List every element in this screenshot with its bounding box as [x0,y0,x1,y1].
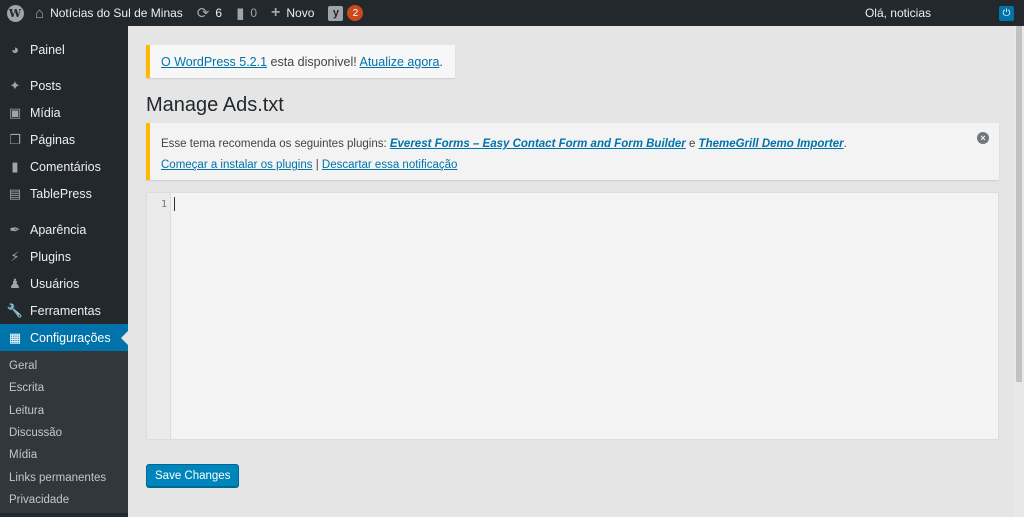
sidebar-item-label: Usuários [30,276,80,291]
pages-icon: ❐ [9,131,21,147]
sidebar-item-label: Comentários [30,159,101,174]
comments-icon: ▮ [11,158,19,174]
save-changes-button[interactable]: Save Changes [146,464,240,487]
my-account-link[interactable]: Olá, noticias [865,6,999,20]
notice-conjunction: e [685,138,699,150]
page-scrollbar[interactable] [1014,26,1024,517]
comment-icon: ▮ [236,5,245,22]
users-icon: ♟ [9,275,21,291]
sidebar-item-label: Painel [30,42,65,57]
sidebar-item-configuracoes[interactable]: ▦ Configurações [0,324,128,351]
sidebar-item-label: Aparência [30,222,87,237]
settings-icon: ▦ [8,329,22,345]
plus-icon: + [271,4,281,21]
plugin-recommendation-notice: Esse tema recomenda os seguintes plugins… [146,123,999,180]
sidebar-item-midia[interactable]: ▣ Mídia [0,99,128,126]
submenu-item-escrita[interactable]: Escrita [0,377,128,399]
new-content-link[interactable]: + Novo [264,0,321,26]
yoast-seo-menu[interactable]: y 2 [321,0,370,26]
dismiss-icon[interactable]: × [977,132,989,144]
install-plugins-link[interactable]: Começar a instalar os plugins [161,159,313,171]
scrollbar-thumb[interactable] [1016,26,1022,382]
wordpress-icon: W [6,4,24,22]
media-icon: ▣ [8,104,22,120]
wordpress-logo-button[interactable]: W [2,0,28,26]
sidebar-item-label: Plugins [30,249,71,264]
ads-txt-editor[interactable]: 1 [146,192,999,440]
code-area[interactable] [171,193,998,439]
sidebar-item-tablepress[interactable]: ▤ TablePress [0,180,128,207]
pin-icon: ✦ [9,77,21,93]
page-title: Manage Ads.txt [146,94,284,116]
yoast-icon: y [328,5,344,21]
sidebar-item-label: Configurações [30,330,111,345]
admin-bar: W ⌂ Notícias do Sul de Minas ⟳ 6 ▮ 0 + N… [0,0,1024,26]
sidebar-item-aparencia[interactable]: ✒ Aparência [0,216,128,243]
line-number: 1 [160,199,167,210]
sidebar-item-painel[interactable]: ◕ Painel [0,36,128,63]
sidebar-item-label: Mídia [30,105,61,120]
sidebar-item-plugins[interactable]: ⚡ Plugins [0,243,128,270]
updates-count: 6 [215,6,223,20]
table-icon: ▤ [8,185,22,201]
settings-submenu: Geral Escrita Leitura Discussão Mídia Li… [0,351,128,514]
dismiss-notice-link[interactable]: Descartar essa notificação [322,159,458,171]
submenu-item-midia[interactable]: Mídia [0,444,128,466]
sidebar-item-comentarios[interactable]: ▮ Comentários [0,153,128,180]
notice-text: Esse tema recomenda os seguintes plugins… [161,138,390,150]
notice-separator: | [312,159,322,171]
site-name: Notícias do Sul de Minas [50,6,183,20]
themegrill-demo-importer-link[interactable]: ThemeGrill Demo Importer [699,138,844,150]
updates-icon: ⟳ [196,5,210,22]
line-number-gutter: 1 [147,193,171,439]
site-name-link[interactable]: ⌂ Notícias do Sul de Minas [28,0,190,26]
comments-link[interactable]: ▮ 0 [229,0,264,26]
submenu-item-geral[interactable]: Geral [0,355,128,377]
everest-forms-link[interactable]: Everest Forms – Easy Contact Form and Fo… [390,138,686,150]
sidebar-item-label: Páginas [30,132,76,147]
sidebar-item-label: TablePress [30,186,92,201]
dashboard-icon: ◕ [11,42,19,57]
brush-icon: ✒ [9,221,21,237]
text-cursor [174,197,175,211]
update-now-link[interactable]: Atualize agora [359,55,439,69]
yoast-notification-badge: 2 [347,5,364,21]
sidebar-item-posts[interactable]: ✦ Posts [0,72,128,99]
submenu-item-discussao[interactable]: Discussão [0,422,128,444]
update-nag-end: . [439,55,443,69]
sidebar-item-ferramentas[interactable]: 🔧 Ferramentas [0,297,128,324]
wordpress-version-link[interactable]: O WordPress 5.2.1 [161,55,267,69]
sidebar-item-paginas[interactable]: ❐ Páginas [0,126,128,153]
update-nag-text: esta disponivel! [267,55,360,69]
notice-end: . [843,138,847,150]
admin-sidebar: ◕ Painel ✦ Posts ▣ Mídia ❐ Páginas ▮ Com… [0,26,128,517]
wrench-icon: 🔧 [6,302,24,318]
sidebar-item-usuarios[interactable]: ♟ Usuários [0,270,128,297]
home-icon: ⌂ [35,4,45,22]
updates-link[interactable]: ⟳ 6 [190,0,229,26]
update-nag: O WordPress 5.2.1 esta disponivel! Atual… [146,45,455,78]
main-content: O WordPress 5.2.1 esta disponivel! Atual… [128,26,1014,517]
comments-count: 0 [250,6,258,20]
submenu-item-privacidade[interactable]: Privacidade [0,489,128,511]
submenu-item-links-permanentes[interactable]: Links permanentes [0,466,128,488]
sidebar-item-label: Ferramentas [30,303,101,318]
submenu-item-leitura[interactable]: Leitura [0,400,128,422]
plugin-icon: ⚡ [10,248,20,264]
new-label: Novo [286,6,315,20]
sidebar-item-label: Posts [30,78,62,93]
power-icon[interactable]: ⏻ [999,5,1014,21]
